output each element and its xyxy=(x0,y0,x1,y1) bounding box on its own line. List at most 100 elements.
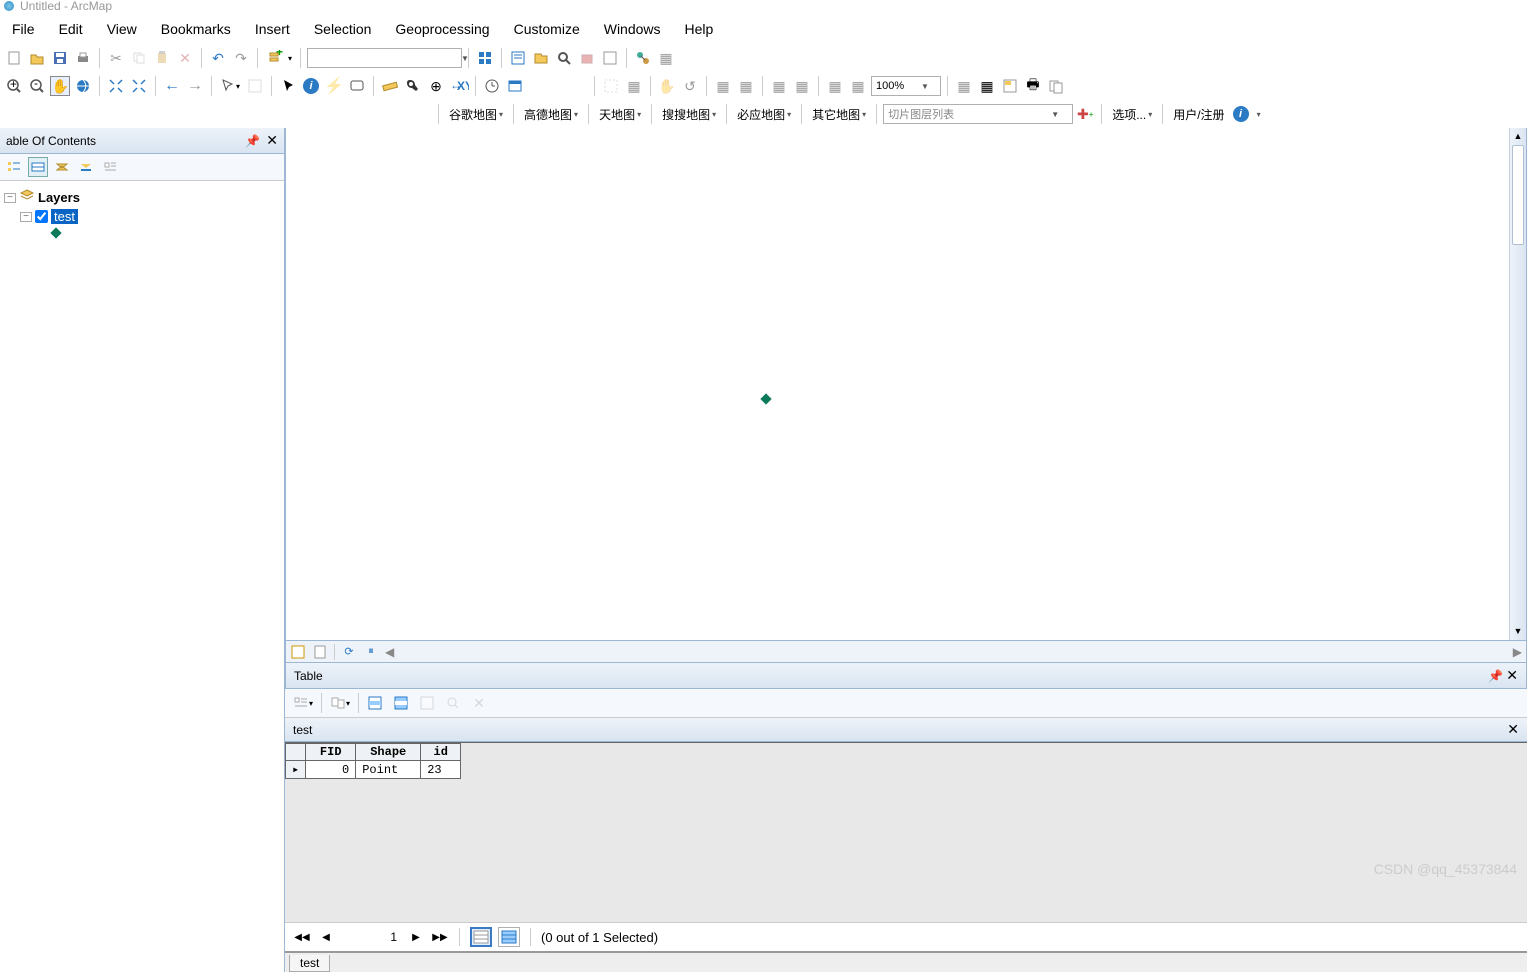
mapserv-other[interactable]: 其它地图▾ xyxy=(808,104,870,125)
list-by-visibility-icon[interactable] xyxy=(52,157,72,177)
htmlpopup-icon[interactable] xyxy=(347,76,367,96)
menu-edit[interactable]: Edit xyxy=(47,17,95,41)
menu-windows[interactable]: Windows xyxy=(592,17,673,41)
menu-selection[interactable]: Selection xyxy=(302,17,384,41)
layout-btn-5[interactable] xyxy=(1046,76,1066,96)
catalog-icon[interactable] xyxy=(531,48,551,68)
nav-last-icon[interactable]: ▶▶ xyxy=(431,928,449,946)
zoom-percent-input[interactable] xyxy=(872,77,918,95)
mapserv-user[interactable]: 用户/注册 xyxy=(1169,104,1228,125)
findroute-icon[interactable]: ⊕ xyxy=(426,76,446,96)
redo-icon[interactable]: ↷ xyxy=(231,48,251,68)
scroll-right-icon[interactable]: ▶ xyxy=(1513,645,1522,659)
menu-view[interactable]: View xyxy=(95,17,149,41)
table-grid[interactable]: FID Shape id ▸ 0 Point 23 xyxy=(285,742,1527,922)
table-options-button[interactable]: ▾ xyxy=(291,693,315,713)
editor-toolbar-icon[interactable] xyxy=(475,48,495,68)
chevron-down-icon[interactable]: ▼ xyxy=(918,82,932,91)
col-fid[interactable]: FID xyxy=(306,744,356,761)
search-icon[interactable] xyxy=(554,48,574,68)
mapserv-gaode[interactable]: 高德地图▾ xyxy=(520,104,582,125)
timeslider-icon[interactable] xyxy=(482,76,502,96)
save-icon[interactable] xyxy=(50,48,70,68)
cut-icon[interactable]: ✂ xyxy=(106,48,126,68)
scroll-up-icon[interactable]: ▲ xyxy=(1510,128,1526,145)
close-icon[interactable]: ✕ xyxy=(1507,721,1519,738)
list-by-source-icon[interactable] xyxy=(28,157,48,177)
minus-icon[interactable]: − xyxy=(20,212,32,222)
copy-icon[interactable] xyxy=(129,48,149,68)
editor-btn-1[interactable] xyxy=(601,76,621,96)
menu-geoprocessing[interactable]: Geoprocessing xyxy=(383,17,501,41)
cell-shape[interactable]: Point xyxy=(356,761,421,779)
scroll-left-icon[interactable]: ◀ xyxy=(385,645,394,659)
mapserv-soso[interactable]: 搜搜地图▾ xyxy=(658,104,720,125)
menu-customize[interactable]: Customize xyxy=(502,17,592,41)
undo-icon[interactable]: ↶ xyxy=(208,48,228,68)
delete-icon[interactable]: ✕ xyxy=(175,48,195,68)
open-icon[interactable] xyxy=(27,48,47,68)
layout-btn-3[interactable] xyxy=(1000,76,1020,96)
fixed-zoomout-icon[interactable] xyxy=(129,76,149,96)
close-icon[interactable]: ✕ xyxy=(266,132,278,149)
layout-btn-2[interactable]: ▦ xyxy=(977,76,997,96)
fullextent-icon[interactable] xyxy=(73,76,93,96)
pan-icon[interactable]: ✋ xyxy=(50,76,70,96)
pin-icon[interactable]: 📌 xyxy=(1488,669,1503,683)
nav-next-icon[interactable]: ▶ xyxy=(407,928,425,946)
new-icon[interactable] xyxy=(4,48,24,68)
overflow-chevron-icon[interactable]: ▾ xyxy=(1253,108,1265,121)
editor-btn-8[interactable]: ▦ xyxy=(792,76,812,96)
grid-icon[interactable]: ▦ xyxy=(656,48,676,68)
zoom-percent-combo[interactable]: ▼ xyxy=(871,76,941,96)
layout-btn-1[interactable]: ▦ xyxy=(954,76,974,96)
hyperlink-icon[interactable]: ⚡ xyxy=(324,76,344,96)
info-icon[interactable]: i xyxy=(1231,104,1251,124)
scroll-down-icon[interactable]: ▼ xyxy=(1510,623,1526,640)
python-icon[interactable] xyxy=(600,48,620,68)
select-features-button[interactable]: ▾ xyxy=(218,76,242,96)
tile-layer-input[interactable] xyxy=(884,105,1048,123)
data-view-icon[interactable] xyxy=(290,644,306,660)
measure-icon[interactable] xyxy=(380,76,400,96)
show-all-records-button[interactable] xyxy=(470,927,492,947)
editor-btn-9[interactable]: ▦ xyxy=(825,76,845,96)
add-data-button[interactable]: +▾ xyxy=(264,48,294,68)
zoom-sel-icon[interactable] xyxy=(443,693,463,713)
show-selected-records-button[interactable] xyxy=(498,927,520,947)
map-vertical-scrollbar[interactable]: ▲ ▼ xyxy=(1509,128,1526,640)
select-by-attr-icon[interactable] xyxy=(365,693,385,713)
clear-sel-icon[interactable] xyxy=(417,693,437,713)
pause-icon[interactable]: ⏸ xyxy=(363,644,379,660)
menu-help[interactable]: Help xyxy=(673,17,726,41)
close-icon[interactable]: ✕ xyxy=(1506,667,1518,683)
add-tile-icon[interactable]: ✚+ xyxy=(1075,104,1095,124)
editor-btn-5[interactable]: ▦ xyxy=(713,76,733,96)
chevron-down-icon[interactable]: ▼ xyxy=(458,54,472,63)
record-number-input[interactable] xyxy=(341,930,401,944)
col-id[interactable]: id xyxy=(421,744,461,761)
row-selector-header[interactable] xyxy=(286,744,306,761)
modelbuilder-icon[interactable] xyxy=(633,48,653,68)
mapserv-options[interactable]: 选项...▾ xyxy=(1108,104,1156,125)
mapserv-google[interactable]: 谷歌地图▾ xyxy=(445,104,507,125)
arctoolbox-icon[interactable] xyxy=(577,48,597,68)
mapserv-tianditu[interactable]: 天地图▾ xyxy=(595,104,645,125)
menu-bookmarks[interactable]: Bookmarks xyxy=(149,17,243,41)
scale-combo[interactable]: ▼ xyxy=(307,48,462,68)
editor-btn-7[interactable]: ▦ xyxy=(769,76,789,96)
related-tables-button[interactable]: ▾ xyxy=(328,693,352,713)
refresh-icon[interactable]: ⟳ xyxy=(341,644,357,660)
list-by-selection-icon[interactable] xyxy=(76,157,96,177)
pin-icon[interactable]: 📌 xyxy=(245,134,260,148)
mapserv-bing[interactable]: 必应地图▾ xyxy=(733,104,795,125)
back-icon[interactable]: ← xyxy=(162,76,182,96)
editor-btn-2[interactable]: ▦ xyxy=(624,76,644,96)
editor-btn-4[interactable]: ↺ xyxy=(680,76,700,96)
scroll-thumb[interactable] xyxy=(1512,145,1524,245)
clear-selection-icon[interactable] xyxy=(245,76,265,96)
cell-fid[interactable]: 0 xyxy=(306,761,356,779)
identify-icon[interactable]: i xyxy=(301,76,321,96)
layer-visibility-checkbox[interactable] xyxy=(35,210,48,223)
nav-first-icon[interactable]: ◀◀ xyxy=(293,928,311,946)
